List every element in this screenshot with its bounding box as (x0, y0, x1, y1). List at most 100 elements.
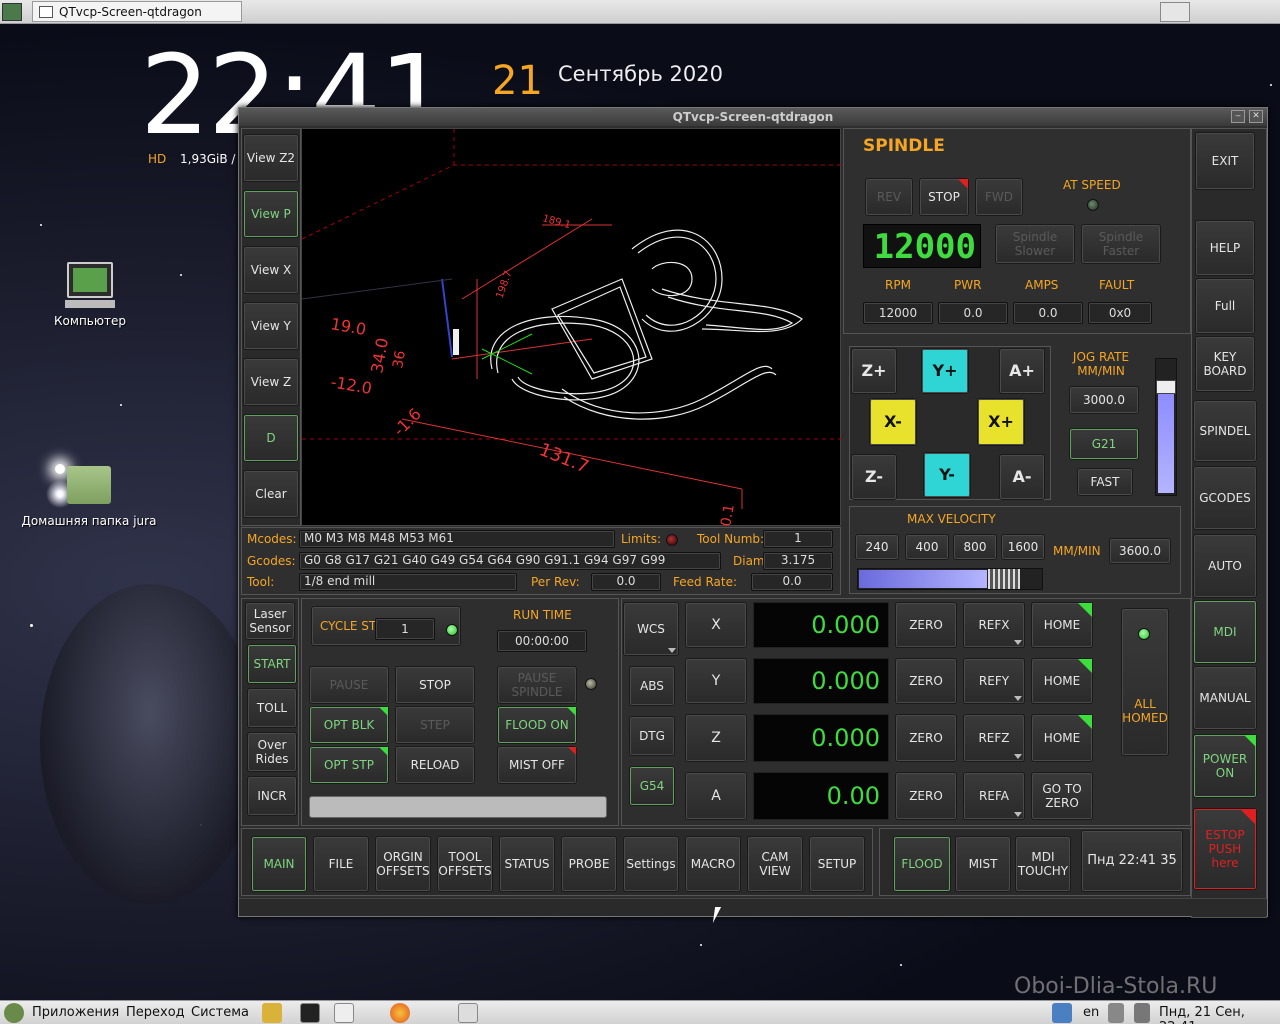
dtg-button[interactable]: DTG (629, 716, 675, 756)
jog-rate-slider[interactable] (1155, 358, 1177, 496)
tab-cam-view[interactable]: CAM VIEW (747, 836, 803, 892)
keyboard-layout[interactable]: en (1083, 1005, 1099, 1020)
launcher-icon[interactable] (262, 1003, 282, 1023)
tab-origin-offsets[interactable]: ORGIN OFFSETS (375, 836, 431, 892)
home-z-button[interactable]: HOME (1031, 714, 1093, 762)
exit-button[interactable]: EXIT (1195, 132, 1255, 190)
stop-button[interactable]: STOP (395, 666, 475, 704)
terminal-icon[interactable] (300, 1003, 320, 1023)
mist-button[interactable]: MIST (955, 836, 1011, 892)
home-y-button[interactable]: HOME (1031, 658, 1093, 704)
spindle-rev-button[interactable]: REV (865, 178, 913, 216)
jog-x-plus-button[interactable]: X+ (977, 398, 1025, 446)
taskbar-window-button[interactable]: QTvcp-Screen-qtdragon (32, 1, 242, 22)
desktop-icon-home[interactable]: Домашняя папка jura (14, 466, 164, 528)
axis-x-label[interactable]: X (685, 602, 747, 648)
cycle-count[interactable]: 1 (375, 618, 435, 640)
text-editor-icon[interactable] (334, 1003, 354, 1023)
g54-button[interactable]: G54 (629, 766, 675, 806)
mdi-touchy-button[interactable]: MDI TOUCHY (1015, 836, 1071, 892)
jog-rate-slider-handle[interactable] (1156, 380, 1176, 394)
tab-status[interactable]: STATUS (499, 836, 555, 892)
flood-on-button[interactable]: FLOOD ON (497, 706, 577, 744)
menu-places[interactable]: Переход (126, 1005, 185, 1020)
view-z2-button[interactable]: View Z2 (243, 134, 299, 182)
tab-file[interactable]: FILE (313, 836, 369, 892)
overrides-button[interactable]: Over Rides (247, 732, 297, 772)
manual-tab[interactable]: MANUAL (1193, 666, 1257, 730)
view-z-button[interactable]: View Z (243, 358, 299, 406)
velocity-preset-800[interactable]: 800 (953, 534, 997, 560)
tab-main[interactable]: MAIN (251, 836, 307, 892)
view-p-button[interactable]: View P (243, 190, 299, 238)
minimize-icon[interactable]: ‒ (1231, 110, 1245, 123)
volume-icon[interactable] (1108, 1003, 1124, 1023)
zero-z-button[interactable]: ZERO (895, 714, 957, 762)
jog-z-plus-button[interactable]: Z+ (851, 348, 897, 394)
mdi-tab[interactable]: MDI (1193, 600, 1257, 664)
ref-x-button[interactable]: REFX (963, 602, 1025, 648)
mist-off-button[interactable]: MIST OFF (497, 746, 577, 784)
tab-setup[interactable]: SETUP (809, 836, 865, 892)
desktop-icon-computer[interactable]: Компьютер (40, 262, 140, 328)
firefox-icon[interactable] (390, 1003, 410, 1023)
jog-rate-value[interactable]: 3000.0 (1069, 386, 1139, 414)
reload-button[interactable]: RELOAD (395, 746, 475, 784)
max-velocity-slider-handle[interactable] (988, 569, 1020, 589)
clear-plot-button[interactable]: Clear (243, 470, 299, 518)
spindle-slower-button[interactable]: Spindle Slower (995, 224, 1075, 264)
fast-button[interactable]: FAST (1077, 468, 1133, 496)
jog-z-minus-button[interactable]: Z- (851, 454, 897, 500)
zero-y-button[interactable]: ZERO (895, 658, 957, 704)
view-x-button[interactable]: View X (243, 246, 299, 294)
spindel-tab[interactable]: SPINDEL (1193, 400, 1257, 462)
velocity-preset-400[interactable]: 400 (905, 534, 949, 560)
jog-a-plus-button[interactable]: A+ (999, 348, 1045, 394)
zero-a-button[interactable]: ZERO (895, 772, 957, 820)
tab-probe[interactable]: PROBE (561, 836, 617, 892)
keyboard-button[interactable]: KEY BOARD (1195, 336, 1255, 392)
view-d-button[interactable]: D (243, 414, 299, 462)
opt-blk-button[interactable]: OPT BLK (309, 706, 389, 744)
jog-y-plus-button[interactable]: Y+ (921, 348, 969, 394)
home-x-button[interactable]: HOME (1031, 602, 1093, 648)
ref-y-button[interactable]: REFY (963, 658, 1025, 704)
jog-y-minus-button[interactable]: Y- (923, 452, 971, 498)
estop-button[interactable]: ESTOP PUSH here (1193, 808, 1257, 890)
full-button[interactable]: Full (1195, 278, 1255, 334)
taskbar-clock[interactable]: Пнд, 21 Сен, 22:41 (1159, 1005, 1280, 1024)
step-button[interactable]: STEP (395, 706, 475, 744)
abs-button[interactable]: ABS (629, 666, 675, 706)
spindle-faster-button[interactable]: Spindle Faster (1081, 224, 1161, 264)
incr-button[interactable]: INCR (247, 776, 297, 816)
network-icon[interactable] (1134, 1003, 1150, 1023)
gcode-plot-view[interactable]: 189.1 198.7 19.0 34.0 -12.0 36 -1.6 131.… (301, 128, 842, 528)
velocity-preset-240[interactable]: 240 (855, 534, 899, 560)
axis-z-label[interactable]: Z (685, 714, 747, 762)
start-button[interactable]: START (247, 644, 297, 684)
go-to-zero-button[interactable]: GO TO ZERO (1031, 772, 1093, 820)
show-desktop-icon[interactable] (1160, 2, 1190, 22)
axis-y-label[interactable]: Y (685, 658, 747, 704)
view-y-button[interactable]: View Y (243, 302, 299, 350)
power-on-button[interactable]: POWER ON (1193, 734, 1257, 798)
close-icon[interactable]: ✕ (1249, 110, 1263, 123)
velocity-preset-1600[interactable]: 1600 (1001, 534, 1045, 560)
menu-applications[interactable]: Приложения (32, 1005, 119, 1020)
tab-macro[interactable]: MACRO (685, 836, 741, 892)
wcs-button[interactable]: WCS (623, 602, 679, 656)
app-menu-icon[interactable] (2, 3, 22, 21)
opt-stp-button[interactable]: OPT STP (309, 746, 389, 784)
spindle-stop-button[interactable]: STOP (919, 178, 969, 216)
auto-tab[interactable]: AUTO (1193, 534, 1257, 598)
window-titlebar[interactable]: QTvcp-Screen-qtdragon (239, 108, 1267, 126)
gcodes-tab[interactable]: GCODES (1193, 466, 1257, 530)
pause-spindle-button[interactable]: PAUSE SPINDLE (497, 666, 577, 704)
zero-x-button[interactable]: ZERO (895, 602, 957, 648)
window-list-icon[interactable] (458, 1003, 478, 1023)
tab-settings[interactable]: Settings (623, 836, 679, 892)
workspace-switcher-icon[interactable] (1052, 1003, 1072, 1023)
tab-tool-offsets[interactable]: TOOL OFFSETS (437, 836, 493, 892)
ref-a-button[interactable]: REFA (963, 772, 1025, 820)
jog-a-minus-button[interactable]: A- (999, 454, 1045, 500)
